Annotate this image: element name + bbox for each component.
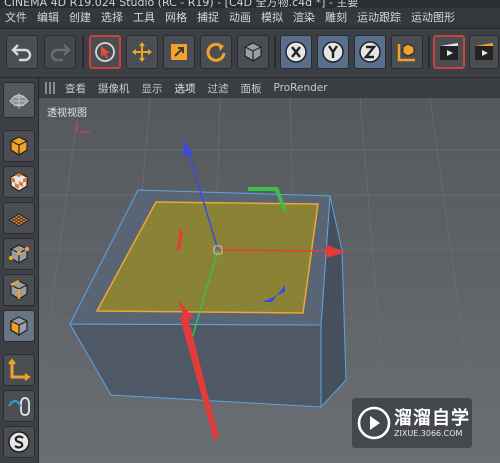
workplane-mode-icon — [8, 213, 30, 227]
menu-simulate[interactable]: 模拟 — [256, 8, 288, 28]
model-mode-icon — [10, 136, 28, 156]
render-view-button[interactable] — [433, 35, 465, 69]
viewport-menu-cameras[interactable]: 摄像机 — [92, 81, 136, 96]
menu-file[interactable]: 文件 — [0, 8, 32, 28]
tweak-mode-button[interactable] — [3, 390, 35, 422]
watermark-subtitle: ZIXUE.3066.COM — [394, 429, 463, 438]
viewport-drag-handle-icon[interactable] — [45, 82, 55, 94]
undo-button[interactable] — [6, 35, 38, 69]
make-editable-button[interactable] — [3, 82, 35, 118]
viewport-menu-view[interactable]: 查看 — [59, 81, 92, 96]
redo-button[interactable] — [44, 35, 76, 69]
viewport-menu-display[interactable]: 显示 — [136, 81, 169, 96]
move-button[interactable] — [126, 35, 158, 69]
snap-icon — [8, 431, 30, 453]
axis-mode-button[interactable] — [3, 354, 35, 386]
polygons-mode-icon — [10, 316, 28, 337]
menu-mesh[interactable]: 网格 — [160, 8, 192, 28]
window-title-bar: CINEMA 4D R19.024 Studio (RC - R19) - [C… — [0, 0, 500, 8]
make-editable-icon — [9, 93, 29, 109]
scale-button[interactable] — [163, 35, 195, 69]
x-axis-lock-button[interactable] — [280, 35, 312, 69]
viewport-menu-panel[interactable]: 面板 — [235, 81, 268, 96]
menu-render[interactable]: 渲染 — [288, 8, 320, 28]
world-coordinates-button[interactable] — [391, 35, 423, 69]
toolbar-separator — [82, 35, 84, 69]
toolbar-separator — [428, 35, 430, 69]
menu-mograph[interactable]: 运动图形 — [406, 8, 460, 28]
y-axis-lock-button[interactable] — [317, 35, 349, 69]
z-axis-lock-icon — [359, 41, 381, 63]
move-icon — [132, 42, 152, 62]
points-mode-icon — [8, 244, 30, 264]
scale-icon — [171, 44, 187, 60]
perspective-viewport[interactable]: 溜溜自学 ZIXUE.3066.COM — [39, 98, 500, 463]
viewport-name-label: 透视视图 — [43, 103, 91, 120]
points-mode-button[interactable] — [3, 238, 35, 270]
x-axis-line — [217, 249, 331, 252]
rotate-button[interactable] — [200, 35, 232, 69]
edges-mode-button[interactable] — [3, 274, 35, 306]
watermark-title: 溜溜自学 — [394, 408, 470, 429]
menu-tools[interactable]: 工具 — [128, 8, 160, 28]
watermark-logo-icon — [357, 406, 391, 440]
render-to-picture-viewer-icon — [475, 43, 493, 60]
menu-sculpt[interactable]: 雕刻 — [320, 8, 352, 28]
menu-edit[interactable]: 编辑 — [32, 8, 64, 28]
viewport-menu-filter[interactable]: 过滤 — [202, 81, 235, 96]
redo-icon — [50, 44, 71, 62]
texture-mode-button[interactable] — [3, 166, 35, 198]
viewport-menu-bar: 查看 摄像机 显示 选项 过滤 面板 ProRender — [39, 78, 500, 98]
live-select-icon — [95, 42, 115, 62]
viewport-menu-prorender[interactable]: ProRender — [268, 82, 334, 94]
texture-mode-icon — [10, 172, 28, 192]
y-axis-lock-icon — [322, 41, 344, 63]
edges-mode-icon — [10, 279, 28, 300]
polygons-mode-button[interactable] — [3, 310, 35, 342]
menu-animate[interactable]: 动画 — [224, 8, 256, 28]
snap-button[interactable] — [3, 426, 35, 458]
model-mode-button[interactable] — [3, 130, 35, 162]
workplane-mode-button[interactable] — [3, 202, 35, 234]
window-title: CINEMA 4D R19.024 Studio (RC - R19) - [C… — [4, 0, 359, 8]
viewport-menu-options[interactable]: 选项 — [169, 81, 202, 96]
axis-mode-icon — [8, 358, 31, 381]
world-coordinates-icon — [397, 43, 415, 62]
menu-create[interactable]: 创建 — [64, 8, 96, 28]
render-view-icon — [440, 43, 458, 60]
menu-snap[interactable]: 捕捉 — [192, 8, 224, 28]
recent-object-button[interactable] — [237, 35, 269, 69]
rotate-icon — [206, 42, 226, 62]
z-axis-lock-button[interactable] — [354, 35, 386, 69]
recent-object-icon — [244, 42, 262, 62]
menu-select[interactable]: 选择 — [96, 8, 128, 28]
live-select-button[interactable] — [89, 35, 121, 69]
toolbar-separator — [274, 35, 276, 69]
undo-icon — [11, 44, 32, 62]
x-axis-lock-icon — [285, 41, 307, 63]
menu-motion-tracking[interactable]: 运动跟踪 — [352, 8, 406, 28]
mode-toolbar — [0, 78, 39, 463]
render-to-picture-viewer-button[interactable] — [469, 35, 499, 69]
watermark-badge: 溜溜自学 ZIXUE.3066.COM — [352, 398, 472, 448]
tweak-mode-icon — [8, 397, 30, 416]
main-toolbar — [0, 29, 500, 78]
main-menu-bar: 文件 编辑 创建 选择 工具 网格 捕捉 动画 模拟 渲染 雕刻 运动跟踪 运动… — [0, 8, 500, 29]
